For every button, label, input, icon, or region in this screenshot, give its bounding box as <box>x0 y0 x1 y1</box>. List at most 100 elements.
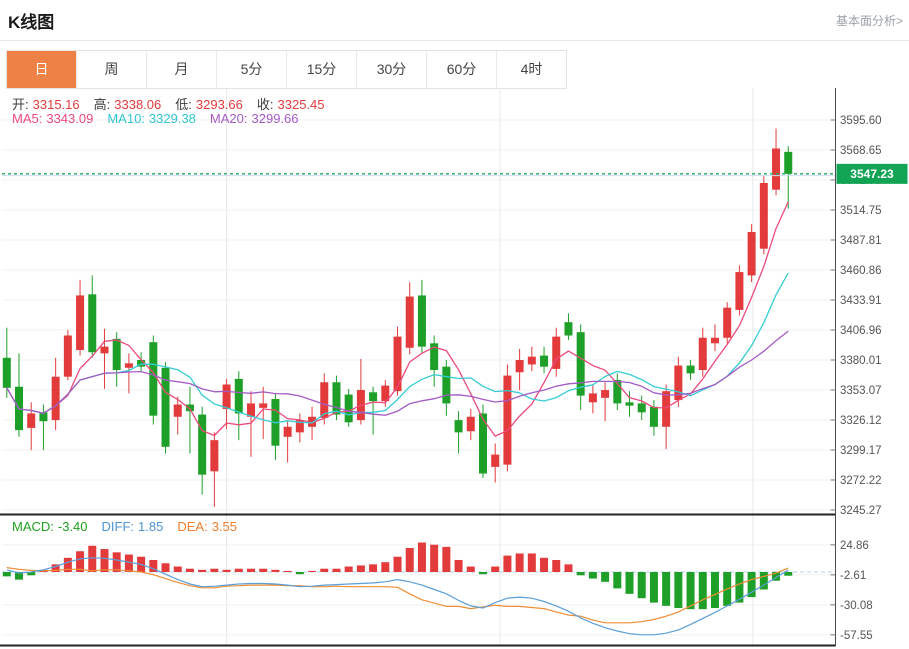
macd-bar <box>442 547 450 572</box>
diff-label: DIFF: <box>102 519 135 534</box>
macd-bar <box>638 572 646 598</box>
macd-bar <box>626 572 634 594</box>
macd-bar <box>3 572 11 576</box>
ma10-value: 3329.38 <box>149 111 196 126</box>
current-price-value: 3547.23 <box>850 167 894 181</box>
candle-body <box>626 402 634 405</box>
candle-body <box>369 392 377 401</box>
macd-bar <box>650 572 658 603</box>
macd-bar <box>674 572 682 608</box>
candle-body <box>210 440 218 471</box>
candle-body <box>650 407 658 427</box>
axis-tick-label: 3245.27 <box>840 505 882 517</box>
tab-30min[interactable]: 30分 <box>357 51 427 88</box>
candle-body <box>406 297 414 348</box>
candle-body <box>52 377 60 420</box>
axis-tick-label: 3272.22 <box>840 475 882 487</box>
axis-tick-label: 3353.07 <box>840 385 882 397</box>
tab-week[interactable]: 周 <box>77 51 147 88</box>
macd-bar <box>235 569 243 572</box>
axis-labels: 3595.603568.653541.703514.753487.813460.… <box>831 115 882 642</box>
macd-bar <box>491 567 499 572</box>
candle-body <box>100 347 108 354</box>
macd-label: MACD: <box>12 519 54 534</box>
tab-15min[interactable]: 15分 <box>287 51 357 88</box>
candle-body <box>540 356 548 367</box>
axis-tick-label: 3487.81 <box>840 235 882 247</box>
macd-bar <box>174 567 182 572</box>
dea-line <box>7 568 788 623</box>
candle-body <box>662 391 670 427</box>
candle-body <box>76 295 84 350</box>
open-label: 开: <box>12 97 29 112</box>
macd-bar <box>601 572 609 582</box>
tab-day[interactable]: 日 <box>7 51 77 88</box>
dea-value: 3.55 <box>212 519 237 534</box>
candle-body <box>723 308 731 338</box>
ma5-label: MA5: <box>12 111 42 126</box>
ma5-line <box>7 202 788 436</box>
macd-bar <box>687 572 695 609</box>
macd-bar <box>418 543 426 572</box>
high-value: 3338.06 <box>114 97 161 112</box>
candle-body <box>735 272 743 310</box>
header-divider <box>0 40 909 41</box>
candle-body <box>564 322 572 335</box>
candle-body <box>345 395 353 423</box>
axis-tick-label: 3299.17 <box>840 445 882 457</box>
candle-body <box>332 382 340 414</box>
candle-body <box>711 338 719 344</box>
candle-body <box>516 360 524 372</box>
page-title: K线图 <box>8 8 54 33</box>
kline-chart-canvas[interactable]: 3595.603568.653541.703514.753487.813460.… <box>0 88 909 649</box>
candle-body <box>589 393 597 402</box>
tab-4hour[interactable]: 4时 <box>497 51 566 88</box>
ma5-value: 3343.09 <box>46 111 93 126</box>
macd-bar <box>503 556 511 572</box>
macd-bar <box>564 564 572 572</box>
macd-bar <box>259 569 267 572</box>
tab-5min[interactable]: 5分 <box>217 51 287 88</box>
macd-bar <box>113 552 121 572</box>
candle-body <box>64 336 72 377</box>
macd-bar <box>345 567 353 572</box>
candle-body <box>760 183 768 249</box>
fundamental-analysis-link[interactable]: 基本面分析> <box>836 12 903 29</box>
macd-bar <box>516 553 524 572</box>
macd-bar <box>308 571 316 572</box>
axis-tick-label: 3595.60 <box>840 115 882 127</box>
macd-bar <box>394 557 402 572</box>
axis-tick-label: 3460.86 <box>840 265 882 277</box>
high-label: 高: <box>94 97 111 112</box>
open-value: 3315.16 <box>33 97 80 112</box>
dea-label: DEA: <box>177 519 207 534</box>
candle-body <box>418 295 426 346</box>
ma-readout: MA5:3343.09MA10:3329.38MA20:3299.66 <box>12 111 303 126</box>
macd-bar <box>284 571 292 572</box>
macd-bar <box>198 570 206 572</box>
diff-value: 1.85 <box>138 519 163 534</box>
macd-histogram <box>3 543 792 610</box>
kline-page: K线图 基本面分析> 日 周 月 5分 15分 30分 60分 4时 3595.… <box>0 0 909 649</box>
candle-body <box>503 376 511 465</box>
low-label: 低: <box>175 97 192 112</box>
candle-body <box>455 420 463 432</box>
candle-body <box>699 338 707 370</box>
candle-body <box>88 294 96 352</box>
candle-body <box>284 427 292 437</box>
macd-bar <box>186 569 194 572</box>
macd-bar <box>271 570 279 572</box>
candle-body <box>528 357 536 365</box>
axis-tick-label: 3380.01 <box>840 355 882 367</box>
axis-tick-label: 3406.96 <box>840 325 882 337</box>
axis-tick-label: 3326.12 <box>840 415 882 427</box>
macd-bar <box>540 558 548 572</box>
ma20-value: 3299.66 <box>252 111 299 126</box>
macd-bar <box>613 572 621 588</box>
macd-bar <box>162 563 170 572</box>
tab-60min[interactable]: 60分 <box>427 51 497 88</box>
macd-bar <box>296 572 304 574</box>
macd-bar <box>479 572 487 574</box>
tab-month[interactable]: 月 <box>147 51 217 88</box>
macd-bar <box>223 570 231 572</box>
